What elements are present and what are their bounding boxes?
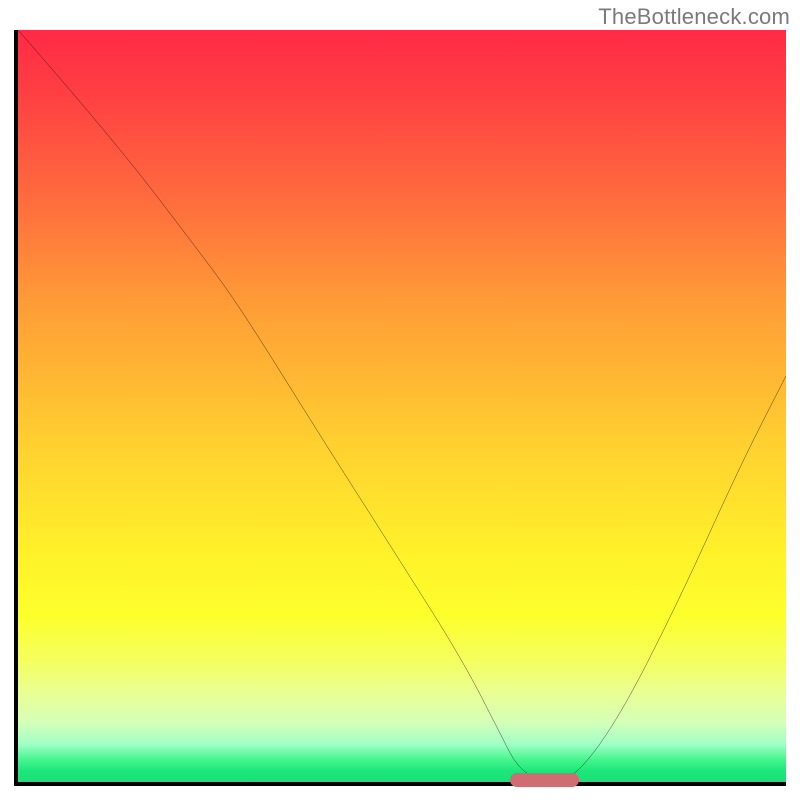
plot-area [14, 30, 786, 786]
bottleneck-curve [18, 30, 786, 782]
watermark-text: TheBottleneck.com [598, 4, 790, 30]
optimal-range-marker [510, 773, 579, 787]
